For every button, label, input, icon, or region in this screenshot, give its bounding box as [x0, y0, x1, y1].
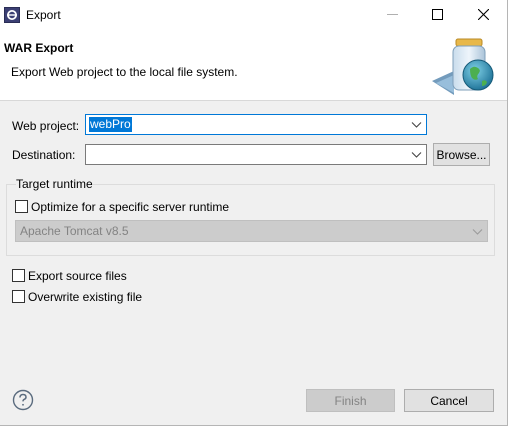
web-project-combo[interactable]: webPro [85, 114, 427, 135]
optimize-checkbox[interactable] [15, 200, 28, 213]
window-title: Export [26, 8, 61, 22]
minimize-button[interactable] [369, 0, 415, 31]
runtime-value: Apache Tomcat v8.5 [20, 224, 129, 238]
banner-description: Export Web project to the local file sys… [11, 65, 238, 79]
overwrite-checkbox[interactable] [12, 290, 25, 303]
destination-combo[interactable] [85, 144, 427, 165]
web-project-label: Web project: [12, 119, 80, 133]
minimize-icon [386, 9, 398, 23]
chevron-down-icon [411, 149, 422, 160]
finish-button[interactable]: Finish [306, 389, 395, 412]
chevron-down-icon [411, 119, 422, 130]
eclipse-icon [4, 7, 20, 23]
chevron-down-icon [472, 226, 483, 237]
runtime-combo[interactable]: Apache Tomcat v8.5 [15, 220, 488, 242]
browse-button[interactable]: Browse... [433, 143, 490, 166]
export-dialog: Export WAR Export Export Web project to … [0, 0, 508, 426]
maximize-button[interactable] [414, 0, 460, 31]
war-jar-globe-icon [430, 37, 500, 97]
target-runtime-title: Target runtime [16, 177, 93, 191]
cancel-button[interactable]: Cancel [404, 389, 494, 412]
overwrite-label[interactable]: Overwrite existing file [28, 290, 142, 304]
export-source-label[interactable]: Export source files [28, 269, 127, 283]
close-button[interactable] [460, 0, 506, 31]
export-source-checkbox[interactable] [12, 269, 25, 282]
banner-title: WAR Export [4, 41, 74, 55]
web-project-value: webPro [89, 117, 132, 132]
destination-value [89, 147, 91, 162]
maximize-icon [431, 8, 443, 23]
close-icon [477, 8, 489, 23]
wizard-banner: WAR Export Export Web project to the loc… [0, 31, 507, 101]
destination-label: Destination: [12, 148, 76, 162]
optimize-label[interactable]: Optimize for a specific server runtime [31, 200, 229, 214]
title-bar[interactable]: Export [0, 0, 507, 31]
help-icon[interactable] [12, 389, 34, 411]
